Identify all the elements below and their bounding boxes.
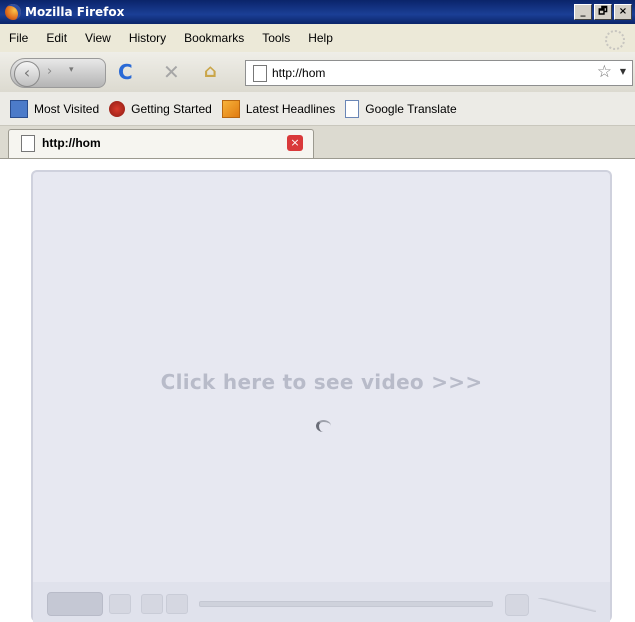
menu-bar: File Edit View History Bookmarks Tools H… <box>0 24 635 52</box>
tab-label: http://hom <box>42 136 101 150</box>
navigation-toolbar: ‹ › ▾ C ✕ ⌂ ☆ ▼ <box>0 52 635 92</box>
home-button[interactable]: ⌂ <box>204 62 217 82</box>
menu-help[interactable]: Help <box>299 31 342 45</box>
close-window-button[interactable]: × <box>614 4 632 20</box>
stop-button[interactable]: ✕ <box>163 62 180 82</box>
player-controls <box>33 582 610 622</box>
page-icon <box>345 99 360 118</box>
tab-active[interactable]: http://hom × <box>8 129 314 158</box>
menu-bookmarks[interactable]: Bookmarks <box>175 31 253 45</box>
previous-button[interactable] <box>141 594 163 614</box>
bookmark-label: Getting Started <box>131 101 212 116</box>
tab-strip: http://hom × <box>0 126 635 159</box>
menu-tools[interactable]: Tools <box>253 31 299 45</box>
menu-file[interactable]: File <box>0 31 37 45</box>
bookmark-latest-headlines[interactable]: Latest Headlines <box>221 99 336 118</box>
forward-button[interactable]: › <box>47 64 52 79</box>
menu-edit[interactable]: Edit <box>37 31 76 45</box>
close-tab-icon[interactable]: × <box>287 135 303 151</box>
url-bar[interactable]: ☆ ▼ <box>245 60 633 86</box>
rss-icon <box>221 99 240 118</box>
url-input[interactable] <box>272 63 562 83</box>
bookmark-star-icon[interactable]: ☆ <box>597 62 612 82</box>
reload-button[interactable]: C <box>118 62 133 82</box>
next-button[interactable] <box>166 594 188 614</box>
url-dropdown-button[interactable]: ▼ <box>620 67 626 76</box>
title-bar: Mozilla Firefox _ 🗗 × <box>0 0 635 24</box>
bookmark-label: Most Visited <box>34 101 100 116</box>
page-icon <box>21 135 35 152</box>
page-content: Click here to see video >>> <box>0 159 635 622</box>
menu-view[interactable]: View <box>76 31 120 45</box>
most-visited-icon <box>10 99 28 118</box>
stop-video-button[interactable] <box>109 594 131 614</box>
play-button[interactable] <box>47 592 103 616</box>
back-forward-group: ‹ › ▾ <box>10 58 106 88</box>
loading-spinner-icon <box>316 420 331 432</box>
history-dropdown-button[interactable]: ▾ <box>69 65 74 75</box>
video-player[interactable]: Click here to see video >>> <box>31 170 612 622</box>
bookmark-google-translate[interactable]: Google Translate <box>345 99 457 118</box>
minimize-button[interactable]: _ <box>574 4 592 20</box>
throbber-icon <box>605 30 625 50</box>
bookmarks-toolbar: Most Visited Getting Started Latest Head… <box>0 92 635 126</box>
bookmark-label: Google Translate <box>365 101 457 116</box>
mute-button[interactable] <box>505 594 529 616</box>
menu-history[interactable]: History <box>120 31 175 45</box>
volume-slider[interactable] <box>538 598 596 612</box>
restore-button[interactable]: 🗗 <box>594 4 612 20</box>
video-link-text[interactable]: Click here to see video >>> <box>33 370 610 394</box>
back-button[interactable]: ‹ <box>14 61 40 87</box>
page-icon <box>253 65 267 82</box>
bookmark-label: Latest Headlines <box>245 101 336 116</box>
window-title: Mozilla Firefox <box>25 5 125 19</box>
bookmark-most-visited[interactable]: Most Visited <box>10 99 100 118</box>
firefox-logo-icon <box>5 4 21 20</box>
bookmark-getting-started[interactable]: Getting Started <box>109 100 212 117</box>
getting-started-icon <box>109 100 126 117</box>
seek-bar[interactable] <box>199 601 493 607</box>
